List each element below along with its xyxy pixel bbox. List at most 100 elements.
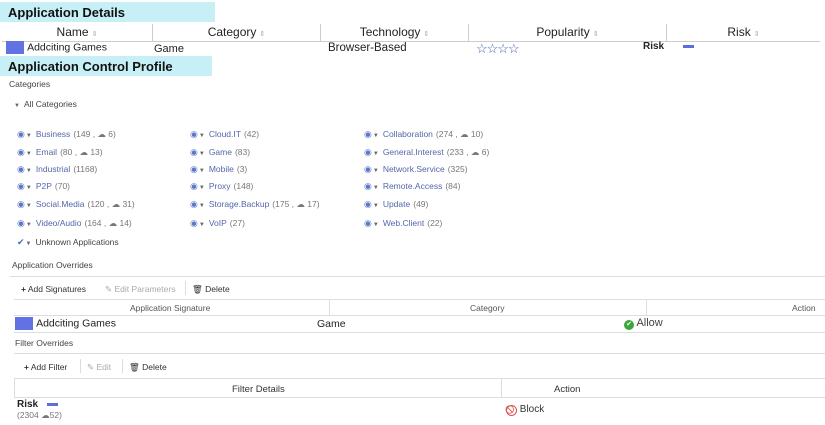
categories-label: Categories [9, 79, 51, 89]
cloud-icon: , ☁ [72, 147, 91, 157]
toolbar-separator [185, 281, 186, 295]
trash-icon: 🗑 [192, 284, 203, 294]
chevron-down-icon: ▼ [198, 222, 205, 228]
add-filter-button[interactable]: + Add Filter [24, 362, 67, 372]
category-count: (49) [413, 199, 429, 209]
category-cloud-count: 13) [90, 147, 103, 157]
category-item[interactable]: ◉▼ Network.Service (325) [364, 164, 468, 175]
category-count: (27) [229, 218, 245, 228]
edit-filter-button[interactable]: ✎ Edit [87, 362, 111, 373]
sort-icon: ⇕ [423, 31, 430, 38]
category-count: (80 [60, 147, 73, 157]
chevron-down-icon: ▼ [14, 103, 20, 109]
eye-icon: ◉ [190, 129, 198, 139]
category-name: Remote.Access [382, 181, 443, 191]
category-count: (83) [234, 147, 251, 157]
category-count: (42) [243, 129, 260, 139]
filter-table-top [14, 378, 825, 379]
filter-row[interactable]: Risk (2304 ☁52) [17, 399, 62, 421]
category-count: (1168) [73, 164, 98, 174]
app-technology: Browser-Based [328, 42, 407, 54]
col-category[interactable]: Category ⇕ [152, 24, 320, 41]
category-item[interactable]: ◉▼ VoIP (27) [190, 218, 245, 229]
chevron-down-icon: ▼ [25, 168, 32, 174]
chevron-down-icon: ▼ [198, 203, 205, 209]
col-filter-details[interactable]: Filter Details [232, 384, 285, 395]
category-item[interactable]: ◉▼ Collaboration (274 , ☁ 10) [364, 129, 483, 140]
chevron-down-icon: ▼ [25, 203, 32, 209]
app-category: Game [154, 43, 184, 55]
check-circle-icon: ✔ [17, 237, 25, 247]
edit-parameters-button[interactable]: ✎ Edit Parameters [105, 284, 175, 295]
cloud-icon: , ☁ [90, 129, 109, 139]
check-circle-icon: ✔ [624, 320, 634, 330]
category-name: Proxy [208, 181, 231, 191]
toolbar-separator [122, 359, 123, 373]
category-count: (148) [233, 181, 254, 191]
category-item[interactable]: ◉▼ Web.Client (22) [364, 218, 442, 229]
category-item[interactable]: ◉▼ Game (83) [190, 147, 250, 158]
filter-cloud-count: 52) [49, 410, 62, 420]
category-count: (149 [73, 129, 91, 139]
col-technology[interactable]: Technology ⇕ [320, 24, 468, 41]
col-application-signature[interactable]: Application Signature [130, 303, 210, 313]
all-categories-selector[interactable]: ▼ All Categories [13, 99, 77, 109]
category-item[interactable]: ◉▼ Social.Media (120 , ☁ 31) [17, 199, 135, 210]
category-name: Email [35, 147, 58, 157]
col-risk[interactable]: Risk ⇕ [666, 24, 820, 41]
category-item[interactable]: ◉▼ Storage.Backup (175 , ☁ 17) [190, 199, 320, 210]
category-name: P2P [35, 181, 52, 191]
chevron-down-icon: ▼ [198, 185, 205, 191]
add-signatures-button[interactable]: + Add Signatures [21, 284, 86, 294]
col-name[interactable]: Name ⇕ [2, 24, 152, 41]
category-item[interactable]: ◉▼ Mobile (3) [190, 164, 247, 175]
delete-signature-button[interactable]: 🗑 Delete [192, 284, 230, 295]
unknown-applications[interactable]: ✔▼ Unknown Applications [17, 237, 119, 248]
category-name: Collaboration [382, 129, 433, 139]
filter-action[interactable]: ⃠ Block [506, 404, 544, 416]
category-item[interactable]: ◉▼ Update (49) [364, 199, 428, 210]
category-name: Industrial [35, 164, 71, 174]
category-item[interactable]: ◉▼ Email (80 , ☁ 13) [17, 147, 103, 158]
category-name: Cloud.IT [208, 129, 241, 139]
col-divider [329, 299, 330, 316]
col-popularity[interactable]: Popularity ⇕ [468, 24, 666, 41]
details-table-header: Name ⇕ Category ⇕ Technology ⇕ Popularity ⇕ … [2, 24, 820, 42]
category-name: Web.Client [382, 218, 425, 228]
pencil-icon: ✎ [105, 284, 113, 294]
category-name: VoIP [208, 218, 227, 228]
col-filter-action[interactable]: Action [554, 384, 580, 395]
override-row[interactable]: Addciting Games [15, 317, 116, 330]
chevron-down-icon: ▼ [372, 185, 379, 191]
delete-filter-button[interactable]: 🗑 Delete [129, 362, 167, 373]
chevron-down-icon: ▼ [372, 203, 379, 209]
chevron-down-icon: ▼ [25, 241, 32, 247]
signature-color-swatch [15, 317, 33, 330]
category-count: (325) [447, 164, 468, 174]
category-item[interactable]: ◉▼ P2P (70) [17, 181, 70, 192]
category-name: Business [35, 129, 71, 139]
category-item[interactable]: ◉▼ General.Interest (233 , ☁ 6) [364, 147, 489, 158]
col-override-action[interactable]: Action [792, 303, 816, 313]
eye-icon: ◉ [364, 181, 372, 191]
category-item[interactable]: ◉▼ Business (149 , ☁ 6) [17, 129, 116, 140]
eye-icon: ◉ [17, 164, 25, 174]
category-item[interactable]: ◉▼ Cloud.IT (42) [190, 129, 259, 140]
app-color-swatch [6, 41, 24, 54]
category-item[interactable]: ◉▼ Proxy (148) [190, 181, 253, 192]
category-item[interactable]: ◉▼ Video/Audio (164 , ☁ 14) [17, 218, 132, 229]
category-count: (274 [435, 129, 453, 139]
col-divider [646, 299, 647, 316]
chevron-down-icon: ▼ [372, 151, 379, 157]
eye-icon: ◉ [17, 218, 25, 228]
category-item[interactable]: ◉▼ Remote.Access (84) [364, 181, 460, 192]
eye-icon: ◉ [364, 199, 372, 209]
chevron-down-icon: ▼ [25, 222, 32, 228]
eye-icon: ◉ [17, 129, 25, 139]
cloud-icon: , ☁ [452, 129, 471, 139]
category-cloud-count: 31) [122, 199, 135, 209]
col-override-category[interactable]: Category [470, 303, 505, 313]
category-name: Update [382, 199, 411, 209]
override-action[interactable]: ✔ Allow [624, 317, 663, 330]
category-item[interactable]: ◉▼ Industrial (1168) [17, 164, 97, 175]
